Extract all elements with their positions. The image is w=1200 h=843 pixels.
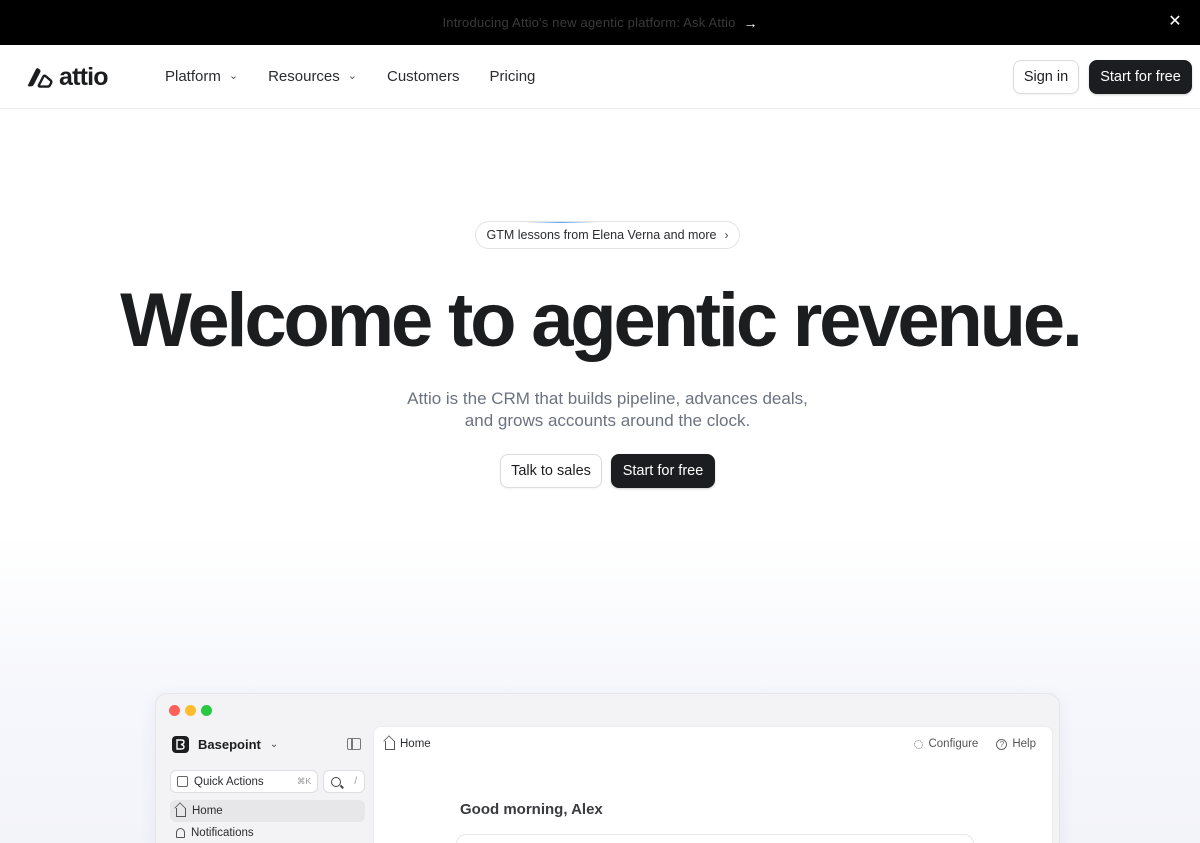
sidebar-item-notifications[interactable]: Notifications: [170, 822, 365, 843]
attio-logo[interactable]: attio: [26, 62, 109, 91]
app-sidebar: Basepoint ⌄ Quick Actions ⌘K / Home Noti…: [166, 726, 373, 843]
workspace-name: Basepoint: [198, 737, 261, 752]
breadcrumb-label: Home: [400, 738, 431, 750]
breadcrumb[interactable]: Home: [385, 738, 431, 750]
workspace-logo-icon: [172, 736, 189, 753]
quick-actions-label: Quick Actions: [194, 775, 264, 788]
help-icon: ?: [996, 738, 1008, 750]
home-card: [456, 834, 974, 843]
sign-in-button[interactable]: Sign in: [1013, 60, 1079, 94]
nav-item-resources[interactable]: Resources ⌄: [268, 68, 357, 85]
search-shortcut: /: [354, 776, 358, 787]
greeting: Good morning, Alex: [460, 801, 603, 818]
workspace-switcher[interactable]: Basepoint ⌄: [172, 736, 278, 753]
close-window-dot: [169, 705, 180, 716]
chevron-down-icon: ⌄: [347, 70, 357, 82]
sidebar-item-label: Home: [192, 805, 223, 817]
nav-item-pricing[interactable]: Pricing: [490, 68, 536, 85]
hero-headline: Welcome to agentic revenue.: [120, 278, 1083, 363]
pill-text: GTM lessons from Elena Verna and more: [486, 228, 717, 242]
minimize-window-dot: [185, 705, 196, 716]
quick-actions-icon: [177, 776, 188, 787]
help-label: Help: [1012, 738, 1036, 750]
window-controls: [169, 705, 212, 716]
search-button[interactable]: /: [323, 770, 365, 793]
main-top-actions: Configure ? Help: [914, 738, 1036, 750]
configure-button[interactable]: Configure: [914, 738, 978, 750]
chevron-down-icon: ⌄: [228, 70, 239, 82]
gear-icon: [914, 739, 924, 749]
help-button[interactable]: ? Help: [996, 738, 1036, 750]
home-icon: [385, 741, 395, 750]
search-icon: [330, 776, 341, 787]
app-preview-window: Basepoint ⌄ Quick Actions ⌘K / Home Noti…: [155, 693, 1060, 843]
close-icon[interactable]: ✕: [1166, 13, 1184, 31]
nav-links: Platform ⌄ Resources ⌄ Customers Pricing: [165, 45, 535, 108]
announcement-bar[interactable]: Introducing Attio's new agentic platform…: [0, 0, 1200, 45]
arrow-right-icon: →: [743, 14, 758, 31]
quick-actions-button[interactable]: Quick Actions ⌘K: [170, 770, 318, 793]
nav-item-label: Resources: [268, 68, 340, 85]
bell-icon: [176, 828, 185, 838]
announcement-pill[interactable]: GTM lessons from Elena Verna and more ›: [475, 221, 740, 249]
chevron-right-icon: ›: [724, 228, 729, 242]
nav-item-platform[interactable]: Platform ⌄: [165, 68, 238, 85]
sidebar-item-home[interactable]: Home: [170, 800, 365, 822]
sidebar-item-label: Notifications: [191, 827, 254, 839]
maximize-window-dot: [201, 705, 212, 716]
nav-item-label: Customers: [387, 68, 460, 85]
home-icon: [176, 808, 186, 817]
app-main-panel: Home Configure ? Help Good morning, Alex: [373, 726, 1053, 843]
nav-item-label: Platform: [165, 68, 221, 85]
nav-item-label: Pricing: [489, 68, 536, 85]
logo-text: attio: [59, 62, 109, 91]
configure-label: Configure: [928, 738, 979, 750]
attio-logo-icon: [27, 68, 53, 88]
chevron-down-icon: ⌄: [269, 739, 279, 750]
announcement-text[interactable]: Introducing Attio's new agentic platform…: [442, 15, 735, 30]
quick-actions-shortcut: ⌘K: [296, 776, 311, 786]
top-nav: attio Platform ⌄ Resources ⌄ Customers P…: [0, 45, 1200, 109]
start-for-free-hero-button[interactable]: Start for free: [611, 454, 715, 488]
hero-subtitle: Attio is the CRM that builds pipeline, a…: [407, 389, 808, 430]
sidebar-toggle-icon[interactable]: [347, 738, 361, 750]
nav-item-customers[interactable]: Customers: [387, 68, 460, 85]
talk-to-sales-button[interactable]: Talk to sales: [500, 454, 602, 488]
start-for-free-nav-button[interactable]: Start for free: [1089, 60, 1192, 94]
